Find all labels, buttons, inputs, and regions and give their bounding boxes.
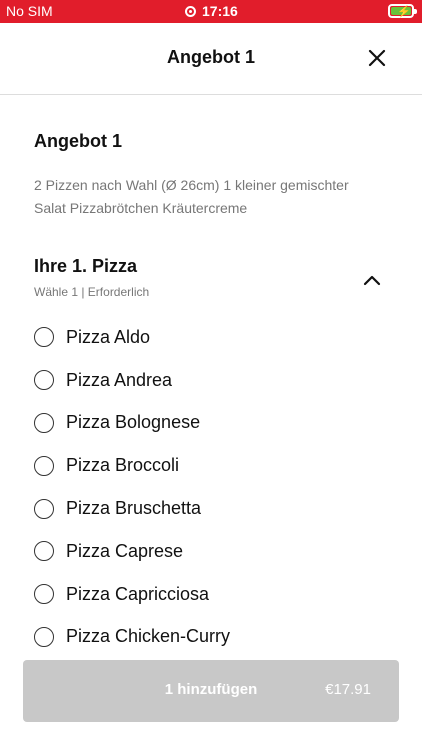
option-label: Pizza Aldo — [66, 326, 151, 347]
radio-button[interactable] — [34, 412, 54, 433]
status-bar: No SIM 17:16 ⚡ — [0, 0, 422, 23]
pizza-option[interactable]: Pizza Bolognese — [34, 402, 394, 445]
radio-button[interactable] — [34, 498, 54, 519]
radio-button[interactable] — [34, 541, 54, 562]
pizza-option[interactable]: Pizza Broccoli — [34, 444, 394, 487]
pizza-option[interactable]: Pizza Aldo — [34, 316, 394, 359]
collapse-section-button[interactable] — [362, 273, 382, 287]
radio-button[interactable] — [34, 584, 54, 605]
option-label: Pizza Chicken-Curry — [66, 626, 231, 647]
charging-bolt-icon: ⚡ — [397, 6, 411, 18]
pizza-option[interactable]: Pizza Bruschetta — [34, 487, 394, 530]
pizza-options-list: Pizza Aldo Pizza Andrea Pizza Bolognese … — [34, 316, 394, 658]
option-label: Pizza Bolognese — [66, 412, 201, 433]
header-title: Angebot 1 — [167, 47, 255, 67]
status-center: 17:16 — [185, 3, 238, 19]
radio-button[interactable] — [34, 327, 54, 348]
add-button-price: €17.91 — [325, 681, 371, 698]
battery-tip — [414, 9, 417, 14]
offer-title: Angebot 1 — [34, 131, 122, 151]
chevron-up-icon — [363, 275, 381, 286]
pizza-option[interactable]: Pizza Caprese — [34, 530, 394, 573]
close-button[interactable] — [366, 47, 388, 69]
option-label: Pizza Caprese — [66, 540, 184, 561]
close-icon — [368, 49, 386, 67]
option-label: Pizza Capricciosa — [66, 583, 210, 604]
carrier-label: No SIM — [6, 3, 53, 19]
option-label: Pizza Broccoli — [66, 455, 180, 476]
offer-description: 2 Pizzen nach Wahl (Ø 26cm) 1 kleiner ge… — [34, 177, 349, 216]
battery-icon: ⚡ — [388, 4, 417, 18]
pizza-option[interactable]: Pizza Andrea — [34, 359, 394, 402]
option-label: Pizza Bruschetta — [66, 498, 202, 519]
radio-button[interactable] — [34, 455, 54, 476]
modal-header: Angebot 1 — [0, 23, 422, 95]
option-label: Pizza Andrea — [66, 369, 173, 390]
add-to-cart-button[interactable]: 1 hinzufügen €17.91 — [23, 660, 399, 722]
radio-button[interactable] — [34, 626, 54, 647]
section-subtitle: Wähle 1 | Erforderlich — [34, 285, 150, 299]
status-time: 17:16 — [202, 3, 238, 19]
pizza-option[interactable]: Pizza Capricciosa — [34, 573, 394, 616]
screen-recording-icon — [185, 5, 196, 17]
radio-button[interactable] — [34, 370, 54, 391]
section-title: Ihre 1. Pizza — [34, 256, 138, 276]
pizza-option[interactable]: Pizza Chicken-Curry — [34, 616, 394, 659]
